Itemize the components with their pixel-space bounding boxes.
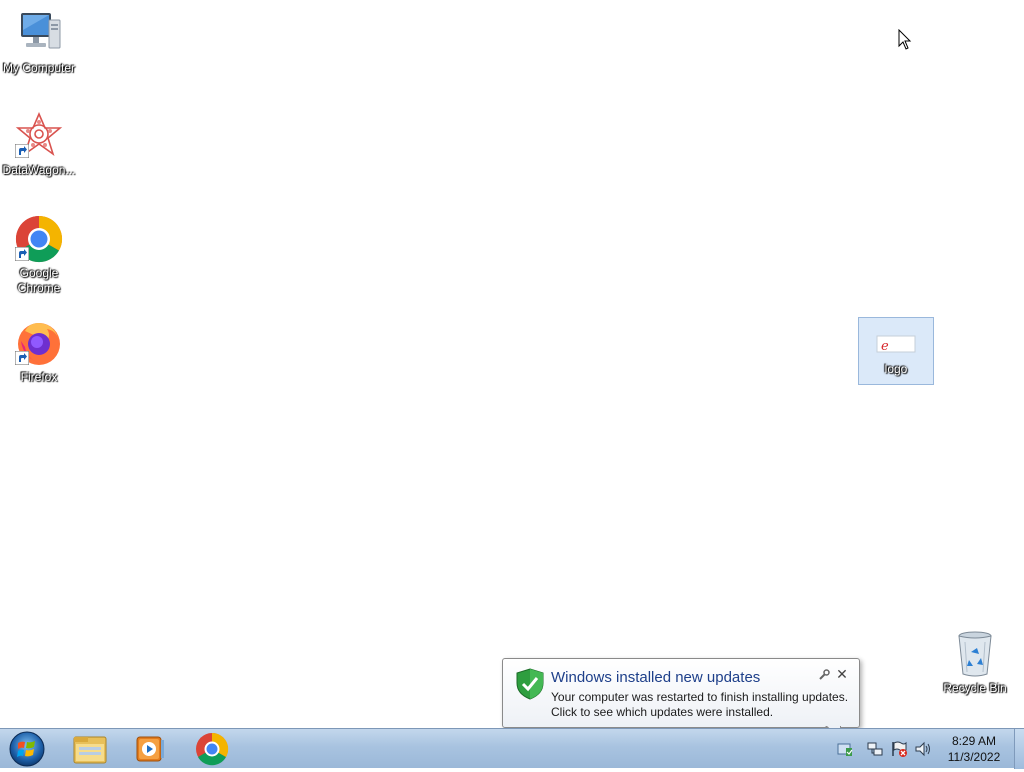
notification-body: Your computer was restarted to finish in… [551, 690, 848, 720]
desktop-icon-my-computer[interactable]: My Computer [0, 10, 78, 76]
media-player-icon [136, 736, 164, 762]
show-desktop-button[interactable] [1014, 729, 1024, 769]
desktop-icon-recycle-bin[interactable]: Recycle Bin [936, 630, 1014, 696]
notification-line: Click to see which updates were installe… [551, 705, 774, 719]
update-notification-balloon[interactable]: Windows installed new updates Your compu… [502, 658, 860, 728]
volume-icon[interactable] [914, 740, 932, 758]
notification-line: Your computer was restarted to finish in… [551, 690, 849, 704]
taskbar: 8:29 AM 11/3/2022 [0, 728, 1024, 769]
windows-update-tray-icon[interactable] [836, 740, 854, 758]
desktop-icon-label: Google Chrome [17, 266, 61, 295]
taskbar-media-player-button[interactable] [124, 731, 176, 767]
action-center-flag-icon[interactable] [890, 740, 908, 758]
desktop-icon-label: Firefox [20, 370, 58, 384]
start-button[interactable] [6, 730, 48, 768]
chrome-icon [196, 732, 229, 766]
desktop: My Computer DataWagon... Google Chrome F… [0, 0, 1024, 728]
notification-options-icon[interactable] [817, 668, 831, 682]
clock-time: 8:29 AM [951, 734, 997, 748]
taskbar-clock[interactable]: 8:29 AM 11/3/2022 [936, 733, 1012, 765]
folder-icon [73, 736, 107, 764]
desktop-icon-google-chrome[interactable]: Google Chrome [0, 215, 78, 296]
network-icon[interactable] [866, 740, 884, 758]
computer-icon [15, 10, 63, 58]
recycle-bin-icon [951, 630, 999, 678]
desktop-icon-label: DataWagon... [2, 163, 76, 177]
shortcut-arrow-icon [15, 351, 29, 365]
desktop-icon-firefox[interactable]: Firefox [0, 319, 78, 385]
image-file-icon: e [871, 326, 921, 366]
datawagon-icon [15, 111, 63, 160]
desktop-icon-logo[interactable]: e logo [858, 317, 934, 385]
svg-text:e: e [881, 339, 889, 354]
taskbar-chrome-button[interactable] [186, 731, 238, 767]
shortcut-arrow-icon [15, 144, 29, 158]
firefox-icon [15, 319, 63, 367]
mouse-pointer-icon [898, 29, 912, 50]
desktop-icon-datawagon[interactable]: DataWagon... [0, 111, 78, 178]
desktop-icon-label: My Computer [2, 61, 76, 75]
notification-title: Windows installed new updates [551, 669, 761, 686]
notification-close-button[interactable]: ✕ [835, 666, 849, 682]
security-shield-icon [516, 668, 544, 700]
shortcut-arrow-icon [15, 247, 29, 261]
desktop-icon-label: Recycle Bin [943, 681, 1007, 695]
chrome-icon [15, 215, 63, 263]
taskbar-file-explorer-button[interactable] [64, 731, 116, 767]
clock-date: 11/3/2022 [947, 750, 1001, 764]
